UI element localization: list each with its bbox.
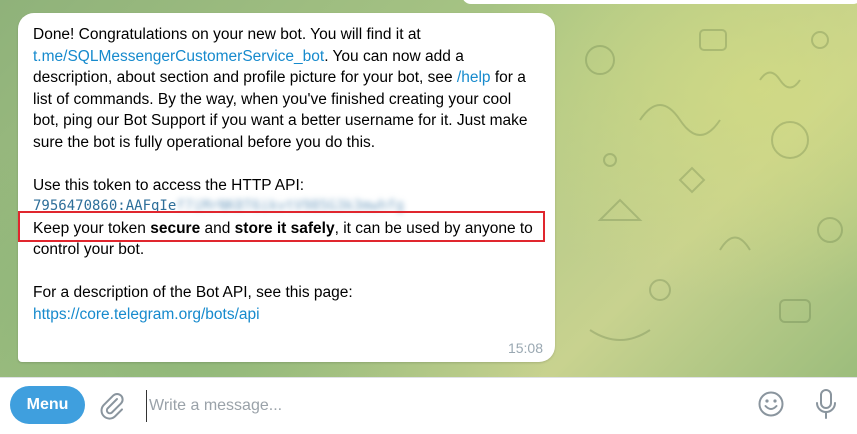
menu-button[interactable]: Menu (10, 386, 85, 424)
token-highlight-box (18, 211, 545, 242)
api-intro: For a description of the Bot API, see th… (33, 284, 353, 301)
message-input[interactable] (146, 390, 731, 422)
help-command-link[interactable]: /help (457, 69, 491, 86)
smiley-icon[interactable] (757, 390, 785, 418)
bot-link[interactable]: t.me/SQLMessengerCustomerService_bot (33, 48, 324, 65)
bot-message-bubble: Done! Congratulations on your new bot. Y… (18, 13, 555, 362)
chat-background: Done! Congratulations on your new bot. Y… (0, 0, 857, 377)
token-intro: Use this token to access the HTTP API: (33, 176, 305, 194)
bot-api-link[interactable]: https://core.telegram.org/bots/api (33, 306, 260, 323)
message-timestamp: 15:08 (507, 340, 543, 356)
message-composer: Menu (0, 377, 857, 434)
message-text: Done! Congratulations on your new bot. Y… (33, 24, 538, 325)
paperclip-icon[interactable] (98, 390, 126, 422)
congrats-text: Done! Congratulations on your new bot. Y… (33, 26, 421, 43)
previous-message-bubble (462, 0, 857, 4)
microphone-icon[interactable] (813, 387, 839, 423)
message-paragraph-intro: Done! Congratulations on your new bot. Y… (33, 24, 538, 153)
